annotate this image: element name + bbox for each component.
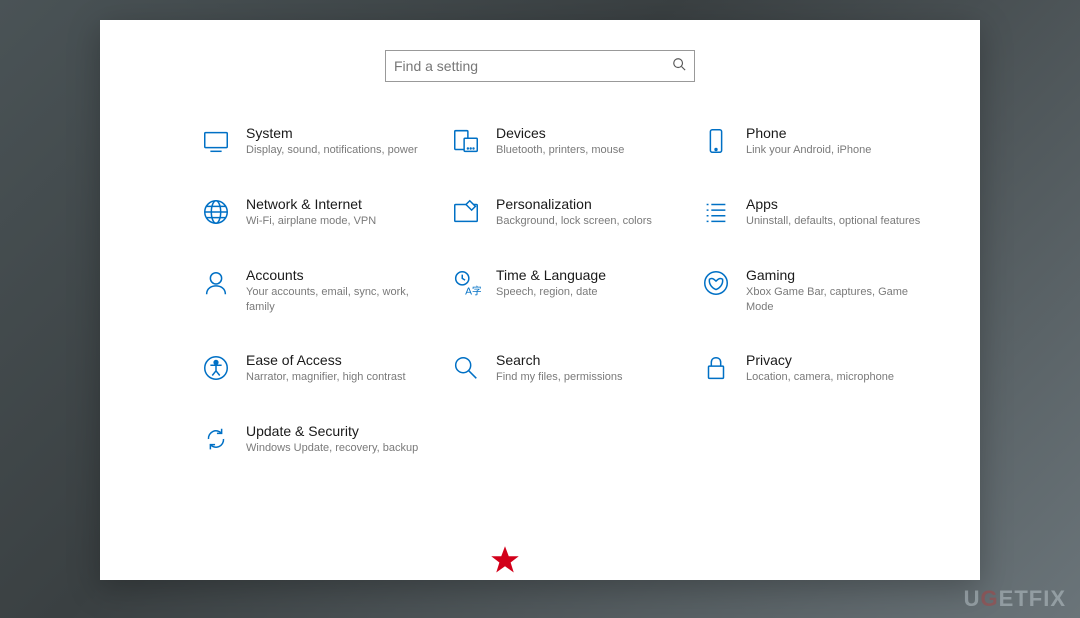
item-desc: Speech, region, date bbox=[496, 285, 606, 300]
phone-icon bbox=[700, 125, 732, 157]
search-box[interactable] bbox=[385, 50, 695, 82]
settings-grid: System Display, sound, notifications, po… bbox=[200, 125, 940, 456]
item-desc: Xbox Game Bar, captures, Game Mode bbox=[746, 285, 930, 315]
item-title: Apps bbox=[746, 196, 920, 212]
watermark-text: ETFIX bbox=[999, 586, 1066, 611]
item-title: Update & Security bbox=[246, 423, 418, 439]
system-icon bbox=[200, 125, 232, 157]
item-title: Phone bbox=[746, 125, 871, 141]
item-title: Accounts bbox=[246, 267, 430, 283]
search-input[interactable] bbox=[394, 58, 672, 74]
item-desc: Uninstall, defaults, optional features bbox=[746, 214, 920, 229]
watermark-text: U bbox=[964, 586, 981, 611]
item-desc: Bluetooth, printers, mouse bbox=[496, 143, 624, 158]
apps-icon bbox=[700, 196, 732, 228]
settings-item-time-language[interactable]: A字 Time & Language Speech, region, date bbox=[450, 267, 680, 315]
settings-item-accounts[interactable]: Accounts Your accounts, email, sync, wor… bbox=[200, 267, 430, 315]
settings-item-system[interactable]: System Display, sound, notifications, po… bbox=[200, 125, 430, 158]
settings-item-update-security[interactable]: Update & Security Windows Update, recove… bbox=[200, 423, 430, 456]
item-desc: Background, lock screen, colors bbox=[496, 214, 652, 229]
globe-icon bbox=[200, 196, 232, 228]
time-language-icon: A字 bbox=[450, 267, 482, 299]
item-title: Time & Language bbox=[496, 267, 606, 283]
item-title: System bbox=[246, 125, 418, 141]
item-title: Ease of Access bbox=[246, 352, 406, 368]
settings-item-personalization[interactable]: Personalization Background, lock screen,… bbox=[450, 196, 680, 229]
svg-text:A字: A字 bbox=[465, 284, 481, 297]
watermark: UGETFIX bbox=[964, 586, 1066, 612]
personalization-icon bbox=[450, 196, 482, 228]
settings-item-apps[interactable]: Apps Uninstall, defaults, optional featu… bbox=[700, 196, 930, 229]
item-desc: Display, sound, notifications, power bbox=[246, 143, 418, 158]
update-icon bbox=[200, 423, 232, 455]
gaming-icon bbox=[700, 267, 732, 299]
item-desc: Location, camera, microphone bbox=[746, 370, 894, 385]
item-desc: Link your Android, iPhone bbox=[746, 143, 871, 158]
settings-item-devices[interactable]: Devices Bluetooth, printers, mouse bbox=[450, 125, 680, 158]
settings-item-ease-of-access[interactable]: Ease of Access Narrator, magnifier, high… bbox=[200, 352, 430, 385]
settings-item-gaming[interactable]: Gaming Xbox Game Bar, captures, Game Mod… bbox=[700, 267, 930, 315]
item-title: Network & Internet bbox=[246, 196, 376, 212]
item-desc: Find my files, permissions bbox=[496, 370, 623, 385]
watermark-text: G bbox=[981, 586, 999, 611]
ease-of-access-icon bbox=[200, 352, 232, 384]
item-title: Search bbox=[496, 352, 623, 368]
item-desc: Windows Update, recovery, backup bbox=[246, 441, 418, 456]
highlight-star-icon bbox=[490, 545, 520, 575]
item-desc: Wi-Fi, airplane mode, VPN bbox=[246, 214, 376, 229]
accounts-icon bbox=[200, 267, 232, 299]
item-desc: Your accounts, email, sync, work, family bbox=[246, 285, 430, 315]
settings-item-privacy[interactable]: Privacy Location, camera, microphone bbox=[700, 352, 930, 385]
item-title: Personalization bbox=[496, 196, 652, 212]
settings-item-search[interactable]: Search Find my files, permissions bbox=[450, 352, 680, 385]
search-icon bbox=[672, 57, 686, 76]
search-category-icon bbox=[450, 352, 482, 384]
item-desc: Narrator, magnifier, high contrast bbox=[246, 370, 406, 385]
settings-window: System Display, sound, notifications, po… bbox=[100, 20, 980, 580]
settings-item-phone[interactable]: Phone Link your Android, iPhone bbox=[700, 125, 930, 158]
settings-item-network[interactable]: Network & Internet Wi-Fi, airplane mode,… bbox=[200, 196, 430, 229]
devices-icon bbox=[450, 125, 482, 157]
item-title: Privacy bbox=[746, 352, 894, 368]
lock-icon bbox=[700, 352, 732, 384]
item-title: Gaming bbox=[746, 267, 930, 283]
item-title: Devices bbox=[496, 125, 624, 141]
